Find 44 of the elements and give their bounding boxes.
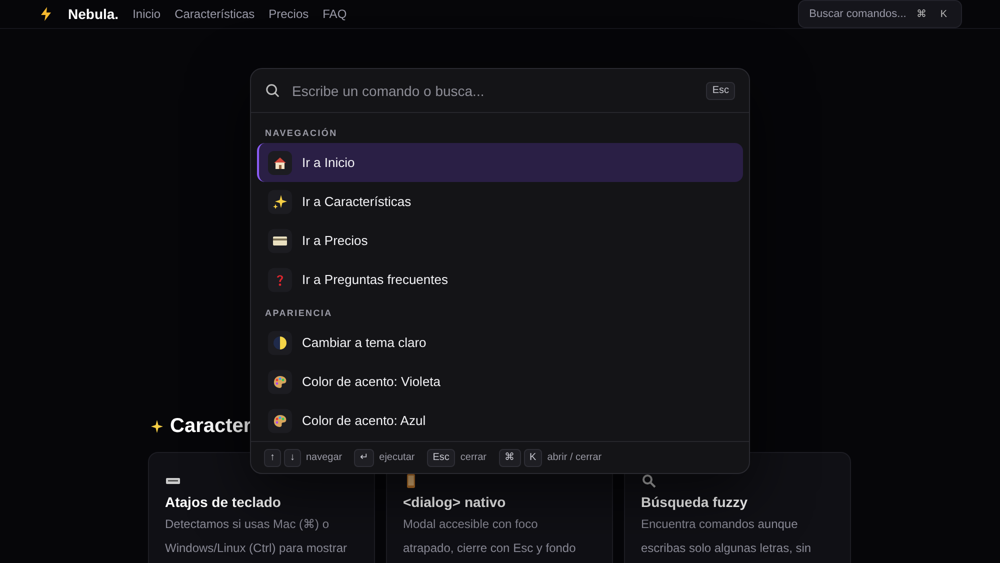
hint-label: ejecutar <box>379 452 415 463</box>
nav-link[interactable]: Precios <box>268 7 309 21</box>
command-label: Ir a Inicio <box>302 155 355 170</box>
card-title: <dialog> nativo <box>403 494 507 510</box>
key-hint: K <box>524 448 542 466</box>
command-input[interactable]: Escribe un comando o busca... <box>290 82 696 100</box>
command-search-button[interactable]: Buscar comandos... ⌘ K <box>798 0 962 28</box>
hint-label: abrir / cerrar <box>547 452 602 463</box>
key-hint: Esc <box>426 448 456 466</box>
command-item[interactable]: Color de acento: Azul <box>257 401 743 440</box>
card-text: Windows/Linux (Ctrl) para mostrar <box>165 540 348 557</box>
group-label: NAVEGACIÓN <box>264 127 338 140</box>
command-item[interactable]: Ir a Preguntas frecuentes <box>257 260 743 299</box>
command-label: Ir a Características <box>302 194 412 209</box>
key-hint: ↵ <box>354 448 374 466</box>
key-hint: ↓ <box>284 448 301 466</box>
nav-link[interactable]: Características <box>174 7 255 21</box>
card-text: atrapado, cierre con Esc y fondo <box>403 540 577 557</box>
card-text: Modal accesible con foco <box>403 516 539 533</box>
command-label: Cambiar a tema claro <box>302 335 426 350</box>
nav-link[interactable]: FAQ <box>322 7 347 21</box>
command-item[interactable]: Cambiar a tema claro <box>257 323 743 362</box>
key-hint: ↑ <box>264 448 281 466</box>
brand-name[interactable]: Nebula. <box>68 6 119 22</box>
key-hint: ⌘ <box>498 448 521 466</box>
command-item[interactable]: Color de acento: Violeta <box>257 362 743 401</box>
nav-link[interactable]: Inicio <box>132 7 161 21</box>
command-label: Color de acento: Azul <box>302 413 426 428</box>
command-label: Ir a Precios <box>302 233 368 248</box>
command-label: Ir a Preguntas frecuentes <box>302 272 448 287</box>
card-text: Encuentra comandos aunque <box>641 516 799 533</box>
command-item[interactable]: Ir a Precios <box>257 221 743 260</box>
card-text: escribas solo algunas letras, sin <box>641 540 812 557</box>
group-label: APARIENCIA <box>264 307 334 320</box>
command-item[interactable]: Ir a Características <box>257 182 743 221</box>
hint-label: cerrar <box>460 452 487 463</box>
section-heading: Caracter <box>170 415 252 438</box>
key-hint: Esc <box>706 82 735 100</box>
command-item[interactable]: Ir a Inicio <box>257 143 743 182</box>
card-title: Búsqueda fuzzy <box>641 494 749 510</box>
card-title: Atajos de teclado <box>165 494 282 510</box>
card-text: Detectamos si usas Mac (⌘) o <box>165 516 330 533</box>
hint-label: navegar <box>306 452 342 463</box>
command-label: Color de acento: Violeta <box>302 374 441 389</box>
